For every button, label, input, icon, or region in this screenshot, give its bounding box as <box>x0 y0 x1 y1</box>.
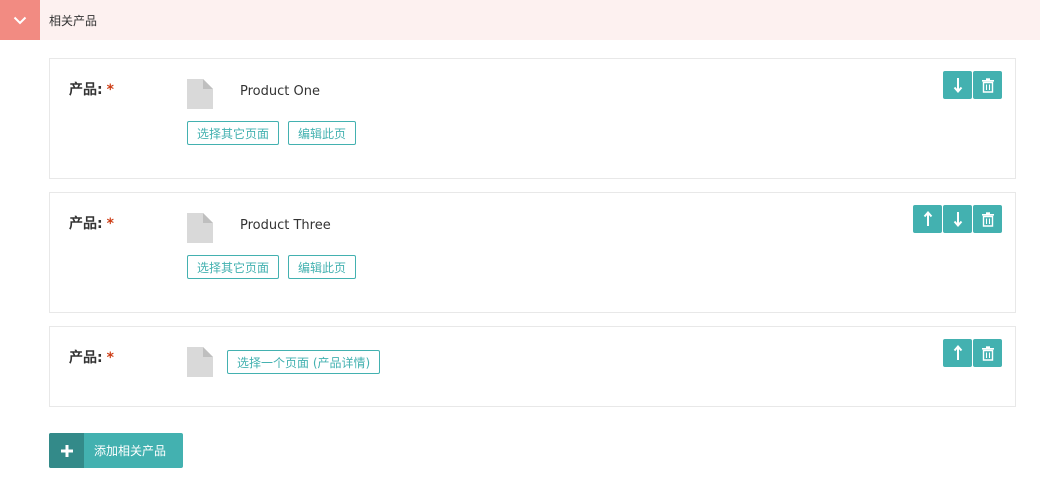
arrow-up-icon <box>923 211 932 226</box>
required-mark: * <box>106 82 114 98</box>
move-down-button[interactable] <box>943 71 972 99</box>
move-up-button[interactable] <box>943 339 972 367</box>
required-mark: * <box>106 216 114 232</box>
delete-button[interactable] <box>973 205 1002 233</box>
edit-page-button[interactable]: 编辑此页 <box>288 255 357 279</box>
move-up-button[interactable] <box>913 205 942 233</box>
trash-icon <box>981 77 994 93</box>
product-label: 产品: <box>69 216 103 232</box>
field-label: 产品: * <box>69 213 114 233</box>
delete-button[interactable] <box>973 339 1002 367</box>
plus-icon <box>49 433 84 468</box>
card-actions <box>943 71 1002 99</box>
document-icon <box>187 213 213 243</box>
section-header: 相关产品 <box>0 0 1040 40</box>
product-label: 产品: <box>69 82 103 98</box>
trash-icon <box>981 345 994 361</box>
product-title: Product Three <box>240 218 331 233</box>
card-actions <box>943 339 1002 367</box>
related-product-card: 产品: * Product Three 选择其它页面 编辑此页 <box>49 192 1016 313</box>
add-related-product-button[interactable]: 添加相关产品 <box>49 433 183 468</box>
trash-icon <box>981 211 994 227</box>
collapse-toggle-button[interactable] <box>0 0 40 40</box>
add-button-label: 添加相关产品 <box>94 444 167 458</box>
related-product-card: 产品: * 选择一个页面 (产品详情) <box>49 326 1016 407</box>
choose-other-page-button[interactable]: 选择其它页面 <box>187 255 280 279</box>
choose-other-page-button[interactable]: 选择其它页面 <box>187 121 280 145</box>
related-product-card: 产品: * Product One 选择其它页面 编辑此页 <box>49 58 1016 179</box>
document-icon <box>187 79 213 109</box>
delete-button[interactable] <box>973 71 1002 99</box>
move-down-button[interactable] <box>943 205 972 233</box>
product-title: Product One <box>240 84 320 99</box>
field-label: 产品: * <box>69 347 114 367</box>
card-actions <box>913 205 1002 233</box>
edit-page-button[interactable]: 编辑此页 <box>288 121 357 145</box>
arrow-up-icon <box>953 345 962 360</box>
product-label: 产品: <box>69 350 103 366</box>
arrow-down-icon <box>953 212 962 227</box>
document-icon <box>187 347 213 377</box>
required-mark: * <box>106 350 114 366</box>
chevron-down-icon <box>13 16 27 24</box>
choose-page-button[interactable]: 选择一个页面 (产品详情) <box>227 350 381 374</box>
arrow-down-icon <box>953 78 962 93</box>
field-label: 产品: * <box>69 79 114 99</box>
section-title: 相关产品 <box>49 13 98 28</box>
